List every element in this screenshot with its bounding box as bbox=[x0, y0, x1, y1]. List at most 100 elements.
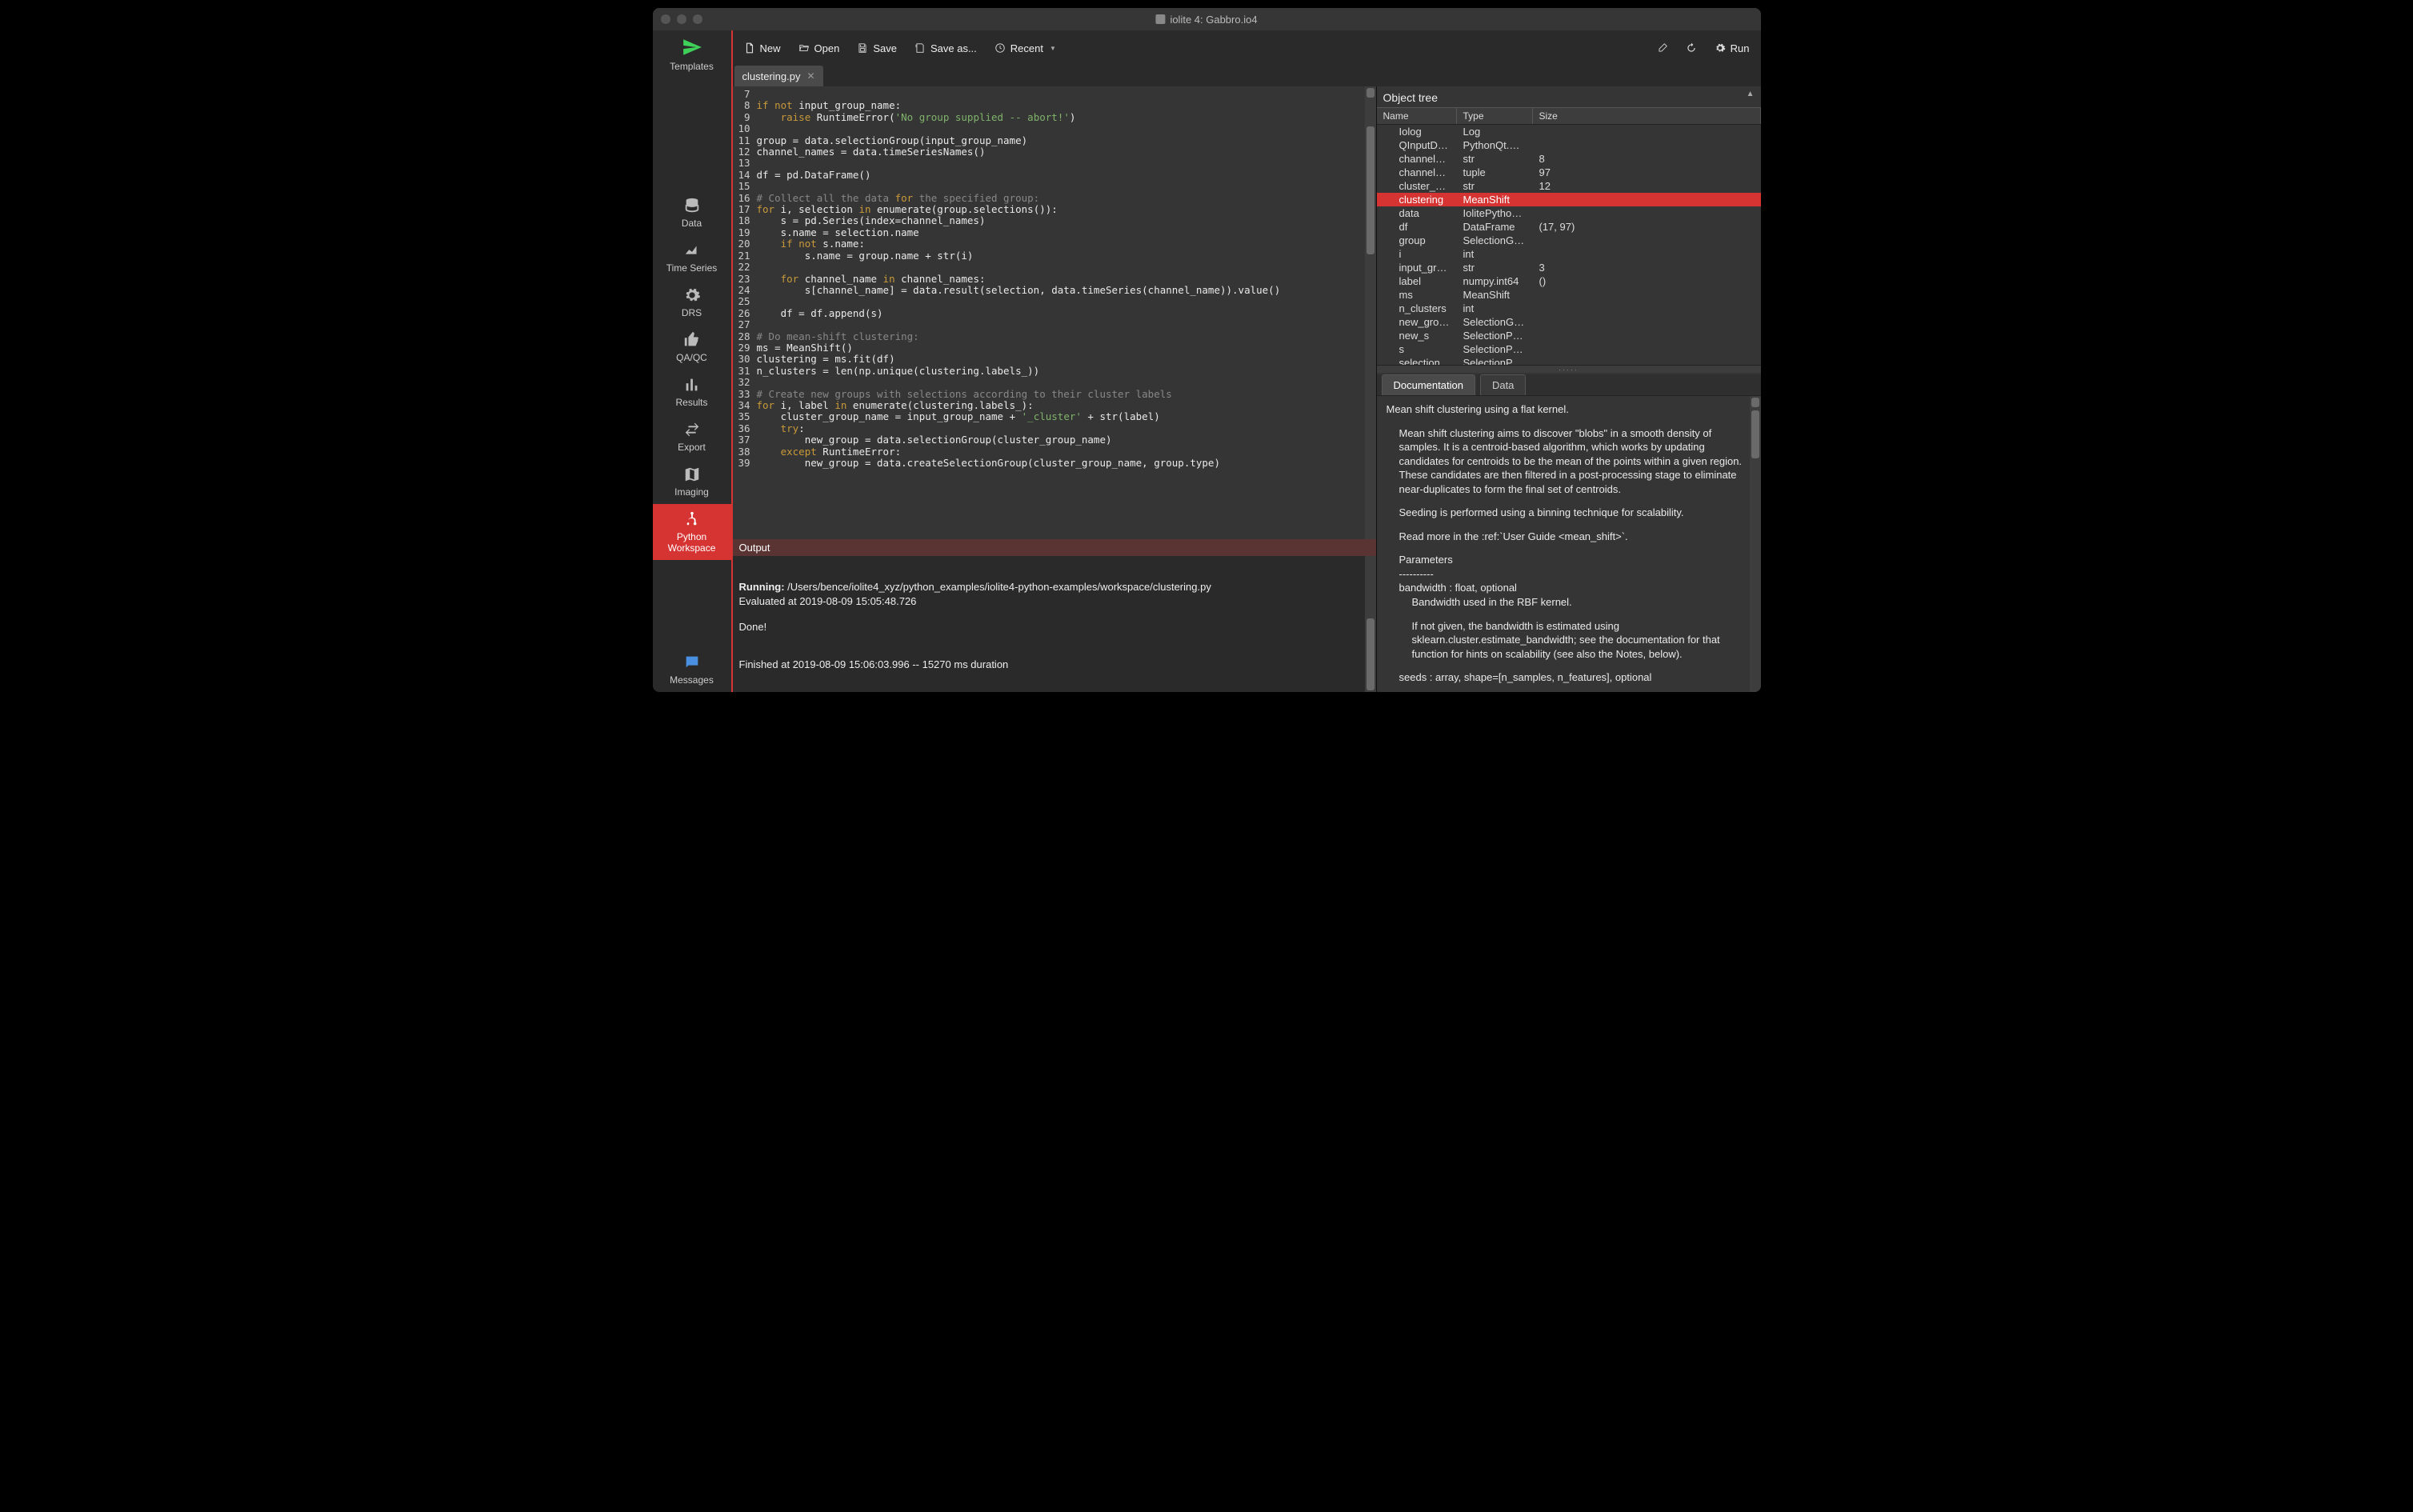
output-running-label: Running: bbox=[739, 581, 785, 593]
doc-text: bandwidth : float, optional bbox=[1399, 581, 1751, 595]
output-done: Done! bbox=[739, 620, 1370, 634]
eraser-button[interactable] bbox=[1657, 42, 1668, 54]
run-button[interactable]: Run bbox=[1715, 42, 1750, 54]
col-type[interactable]: Type bbox=[1457, 108, 1533, 124]
editor-tabbar: clustering.py ✕ bbox=[733, 66, 1761, 86]
window-title: iolite 4: Gabbro.io4 bbox=[1155, 14, 1257, 26]
tree-resize-handle[interactable]: ····· bbox=[1377, 365, 1761, 373]
output-finished: Finished at 2019-08-09 15:06:03.996 -- 1… bbox=[739, 658, 1370, 672]
doc-text: Mean shift clustering using a flat kerne… bbox=[1387, 402, 1751, 417]
doc-text: seeds : array, shape=[n_samples, n_featu… bbox=[1399, 670, 1751, 685]
paper-plane-icon bbox=[682, 37, 702, 58]
tree-row[interactable]: new_sSelectionPyIn… bbox=[1377, 329, 1761, 342]
bar-chart-icon bbox=[683, 376, 701, 394]
tab-clustering[interactable]: clustering.py ✕ bbox=[734, 66, 823, 86]
minimize-icon[interactable] bbox=[677, 14, 686, 24]
sidebar-label: Messages bbox=[670, 674, 714, 686]
exchange-icon bbox=[683, 421, 701, 438]
code-editor[interactable]: 7891011121314151617181920212223242526272… bbox=[733, 86, 1376, 539]
branch-icon bbox=[683, 510, 701, 528]
tree-row[interactable]: clusteringMeanShift bbox=[1377, 193, 1761, 206]
sidebar-item-python[interactable]: Python Workspace bbox=[653, 504, 731, 560]
file-icon bbox=[744, 42, 755, 54]
chart-area-icon bbox=[683, 242, 701, 259]
sort-icon[interactable]: ▲ bbox=[1747, 90, 1755, 98]
new-button[interactable]: New bbox=[744, 42, 781, 54]
save-button[interactable]: Save bbox=[857, 42, 897, 54]
tree-rows: IologLogQInputDial…PythonQt.Pyt…channel_… bbox=[1377, 125, 1761, 365]
tree-row[interactable]: labelnumpy.int64() bbox=[1377, 274, 1761, 288]
sidebar-item-templates[interactable]: Templates bbox=[653, 30, 731, 78]
sidebar-label: Results bbox=[675, 397, 707, 408]
sidebar-item-drs[interactable]: DRS bbox=[653, 280, 731, 325]
doc-text: Bandwidth used in the RBF kernel. bbox=[1412, 595, 1751, 610]
clock-icon bbox=[994, 42, 1006, 54]
doc-text: ---------- bbox=[1399, 567, 1751, 582]
sidebar-item-timeseries[interactable]: Time Series bbox=[653, 235, 731, 280]
editor-pane: 7891011121314151617181920212223242526272… bbox=[733, 86, 1377, 692]
reload-button[interactable] bbox=[1686, 42, 1697, 54]
sidebar-item-data[interactable]: Data bbox=[653, 190, 731, 235]
window-controls bbox=[661, 14, 702, 24]
doc-text: If not given, the bandwidth is estimated… bbox=[1412, 619, 1751, 662]
zoom-icon[interactable] bbox=[693, 14, 702, 24]
tree-row[interactable]: sSelectionPyIn… bbox=[1377, 342, 1761, 356]
doc-text: Parameters bbox=[1399, 553, 1751, 567]
window-title-text: iolite 4: Gabbro.io4 bbox=[1170, 14, 1257, 26]
open-button[interactable]: Open bbox=[798, 42, 840, 54]
tree-row[interactable]: channel_n…str8 bbox=[1377, 152, 1761, 166]
col-name[interactable]: Name bbox=[1377, 108, 1457, 124]
code-content[interactable]: if not input_group_name: raise RuntimeEr… bbox=[752, 86, 1365, 539]
tree-row[interactable]: selectionSelectionPyIn… bbox=[1377, 356, 1761, 365]
tree-row[interactable]: cluster_gr…str12 bbox=[1377, 179, 1761, 193]
output-header: Output bbox=[733, 539, 1376, 556]
sidebar-label: DRS bbox=[682, 307, 702, 318]
right-pane: Object tree ▲ Name Type Size IologLogQIn… bbox=[1377, 86, 1761, 692]
doc-tabbar: Documentation Data bbox=[1377, 374, 1761, 396]
sidebar-item-export[interactable]: Export bbox=[653, 414, 731, 459]
col-size[interactable]: Size bbox=[1533, 108, 1761, 124]
sidebar-item-messages[interactable]: Messages bbox=[653, 647, 731, 692]
output-panel: Running: /Users/bence/iolite4_xyz/python… bbox=[733, 556, 1376, 692]
app-window: iolite 4: Gabbro.io4 Templates Data Time… bbox=[653, 8, 1761, 692]
saveas-button[interactable]: Save as... bbox=[914, 42, 977, 54]
sidebar: Templates Data Time Series DRS QA/QC Res… bbox=[653, 30, 733, 692]
gear-icon bbox=[1715, 42, 1726, 54]
main-area: New Open Save Save as... Recent▼ Run clu… bbox=[733, 30, 1761, 692]
map-icon bbox=[683, 466, 701, 483]
tree-row[interactable]: channel_n…tuple97 bbox=[1377, 166, 1761, 179]
tree-row[interactable]: IologLog bbox=[1377, 125, 1761, 138]
tab-data[interactable]: Data bbox=[1480, 374, 1526, 395]
app-icon bbox=[1155, 14, 1165, 24]
output-scrollbar[interactable] bbox=[1365, 556, 1376, 692]
tree-row[interactable]: iint bbox=[1377, 247, 1761, 261]
content-split: 7891011121314151617181920212223242526272… bbox=[733, 86, 1761, 692]
tab-documentation[interactable]: Documentation bbox=[1382, 374, 1475, 395]
chevron-down-icon: ▼ bbox=[1050, 45, 1056, 52]
message-icon bbox=[683, 654, 701, 671]
thumbs-up-icon bbox=[683, 331, 701, 349]
tree-row[interactable]: n_clustersint bbox=[1377, 302, 1761, 315]
doc-body: Mean shift clustering using a flat kerne… bbox=[1377, 396, 1761, 692]
editor-scrollbar[interactable] bbox=[1365, 86, 1376, 539]
tree-row[interactable]: dataIolitePythonIn… bbox=[1377, 206, 1761, 220]
save-icon bbox=[857, 42, 868, 54]
recent-button[interactable]: Recent▼ bbox=[994, 42, 1056, 54]
tree-row[interactable]: msMeanShift bbox=[1377, 288, 1761, 302]
tree-row[interactable]: input_gro…str3 bbox=[1377, 261, 1761, 274]
sidebar-item-results[interactable]: Results bbox=[653, 370, 731, 414]
tree-row[interactable]: groupSelectionGro… bbox=[1377, 234, 1761, 247]
tree-row[interactable]: dfDataFrame(17, 97) bbox=[1377, 220, 1761, 234]
close-icon[interactable]: ✕ bbox=[806, 70, 814, 82]
sidebar-item-imaging[interactable]: Imaging bbox=[653, 459, 731, 504]
sidebar-label: QA/QC bbox=[676, 352, 707, 363]
sidebar-label: Data bbox=[682, 218, 702, 229]
sidebar-label: Export bbox=[678, 442, 706, 453]
doc-scrollbar[interactable] bbox=[1750, 396, 1761, 692]
tree-row[interactable]: new_groupSelectionGro… bbox=[1377, 315, 1761, 329]
sidebar-item-qaqc[interactable]: QA/QC bbox=[653, 325, 731, 370]
tree-row[interactable]: QInputDial…PythonQt.Pyt… bbox=[1377, 138, 1761, 152]
close-icon[interactable] bbox=[661, 14, 670, 24]
app-body: Templates Data Time Series DRS QA/QC Res… bbox=[653, 30, 1761, 692]
object-tree-header: Object tree ▲ bbox=[1377, 86, 1761, 107]
